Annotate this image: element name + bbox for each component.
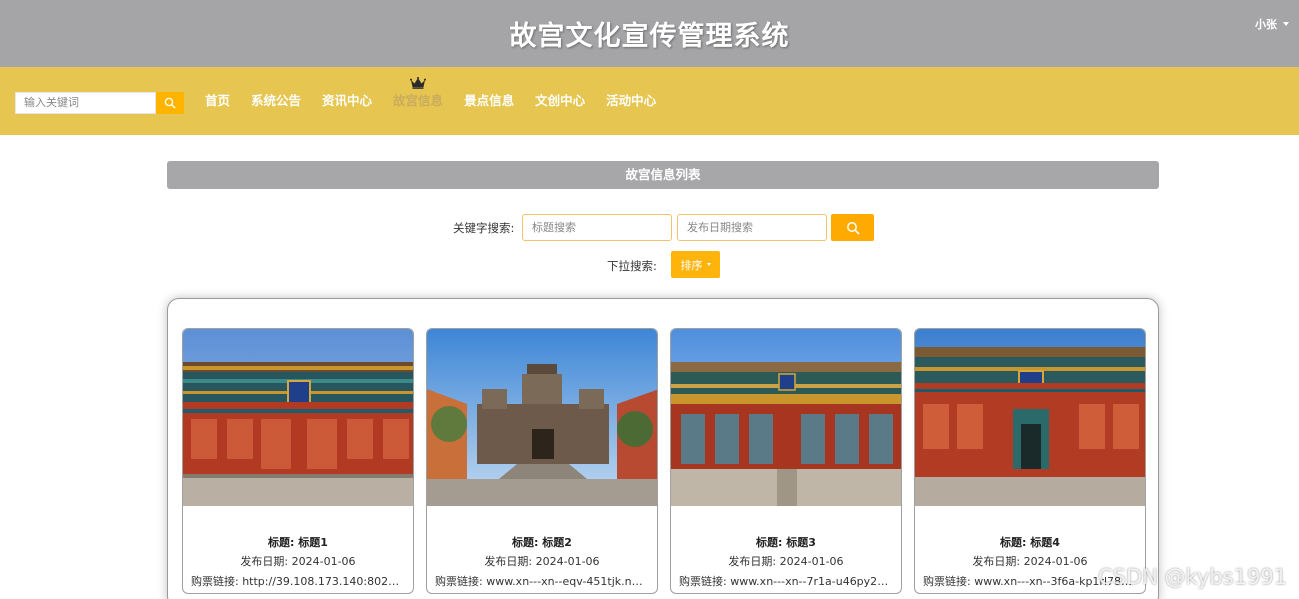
title-search-input[interactable]: 标题搜索	[522, 214, 672, 241]
user-menu[interactable]: 小张	[1255, 16, 1289, 32]
filter-search-button[interactable]	[831, 214, 874, 241]
search-icon	[164, 97, 176, 109]
card[interactable]: 标题: 标题3 发布日期: 2024-01-06 购票链接: www.xn---…	[670, 328, 902, 594]
list-title: 故宫信息列表	[167, 161, 1159, 189]
nav-item-announcements[interactable]: 系统公告	[251, 93, 301, 109]
nav-search-button[interactable]	[156, 92, 184, 114]
main-nav: 输入关键词 首页 系统公告 资讯中心 故宫信息 景点信息 文创中心 活动中心	[0, 67, 1299, 135]
crown-icon	[410, 77, 427, 89]
watermark: CSDN @kybs1991	[1098, 565, 1288, 589]
card-title: 标题: 标题3	[756, 536, 816, 549]
nav-item-attractions[interactable]: 景点信息	[464, 93, 514, 109]
nav-item-cultural-products[interactable]: 文创中心	[535, 93, 585, 109]
nav-item-activities[interactable]: 活动中心	[606, 93, 656, 109]
card-image[interactable]	[427, 329, 658, 506]
site-title: 故宫文化宣传管理系统	[509, 21, 790, 52]
card[interactable]: 标题: 标题4 发布日期: 2024-01-06 购票链接: www.xn---…	[914, 328, 1146, 594]
card-ticket-link[interactable]: 购票链接: www.xn---xn--7r1a-u46py28...	[679, 573, 893, 589]
user-name: 小张	[1255, 18, 1277, 31]
card-ticket-link[interactable]: 购票链接: http://39.108.173.140:8021/#...	[191, 573, 405, 589]
card-date: 发布日期: 2024-01-06	[728, 555, 844, 568]
cards-panel: 标题: 标题1 发布日期: 2024-01-06 购票链接: http://39…	[167, 298, 1159, 599]
nav-item-home[interactable]: 首页	[205, 93, 230, 109]
chevron-down-icon	[706, 263, 711, 266]
dropdown-search-label: 下拉搜索:	[607, 259, 657, 273]
card-title: 标题: 标题2	[512, 536, 572, 549]
chevron-down-icon	[1283, 22, 1289, 26]
card-date: 发布日期: 2024-01-06	[240, 555, 356, 568]
nav-item-palace-info[interactable]: 故宫信息	[393, 77, 444, 109]
card-ticket-link[interactable]: 购票链接: www.xn---xn--eqv-451tjk.name	[435, 573, 649, 589]
card-image[interactable]	[671, 329, 902, 506]
card-image[interactable]	[183, 329, 414, 506]
card[interactable]: 标题: 标题1 发布日期: 2024-01-06 购票链接: http://39…	[182, 328, 414, 594]
nav-item-label: 故宫信息	[393, 93, 444, 108]
search-icon	[846, 221, 859, 234]
card-title: 标题: 标题1	[268, 536, 328, 549]
nav-search-input[interactable]: 输入关键词	[15, 92, 156, 114]
top-header: 故宫文化宣传管理系统 小张	[0, 0, 1299, 67]
card-image[interactable]	[915, 329, 1146, 506]
keyword-search-label: 关键字搜索:	[453, 221, 515, 235]
nav-item-news[interactable]: 资讯中心	[322, 93, 372, 109]
card[interactable]: 标题: 标题2 发布日期: 2024-01-06 购票链接: www.xn---…	[426, 328, 658, 594]
sort-label: 排序	[680, 258, 703, 272]
card-date: 发布日期: 2024-01-06	[484, 555, 600, 568]
sort-dropdown[interactable]: 排序	[671, 251, 720, 278]
card-title: 标题: 标题4	[1000, 536, 1060, 549]
date-search-input[interactable]: 发布日期搜索	[677, 214, 827, 241]
